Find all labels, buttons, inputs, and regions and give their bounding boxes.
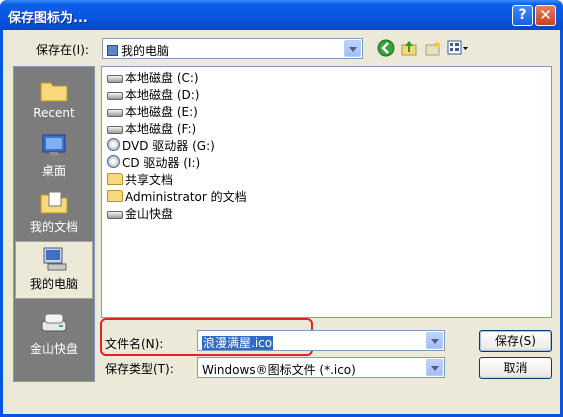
save-in-combobox[interactable]: 我的电脑	[102, 38, 363, 59]
place-recent[interactable]: Recent	[15, 73, 93, 129]
save-in-label: 保存在(I):	[36, 43, 89, 57]
dialog-window: 保存图标为... ? ✕ 保存在(I): 我的电脑 Recent 桌面 我的文档…	[0, 0, 563, 417]
list-item[interactable]: 金山快盘	[107, 205, 173, 221]
desktop-icon	[42, 134, 66, 156]
dialog-body: 保存在(I): 我的电脑 Recent 桌面 我的文档 我的电脑 金山快盘 本地…	[3, 30, 560, 414]
hard-drive-icon	[107, 109, 123, 117]
hard-drive-icon	[107, 126, 123, 134]
chevron-down-icon[interactable]	[426, 359, 443, 376]
view-menu-icon[interactable]	[447, 39, 469, 57]
drive-icon	[41, 313, 67, 332]
list-item[interactable]: Administrator 的文档	[107, 188, 247, 204]
filetype-select[interactable]: Windows®图标文件 (*.ico)	[197, 357, 445, 378]
file-list: 本地磁盘 (C:) 本地磁盘 (D:) 本地磁盘 (E:) 本地磁盘 (F:) …	[101, 66, 552, 318]
close-button[interactable]: ✕	[535, 5, 556, 26]
folder-icon	[107, 173, 123, 185]
computer-icon	[107, 45, 118, 56]
window-title: 保存图标为...	[8, 11, 88, 26]
chevron-down-icon[interactable]	[426, 332, 443, 349]
list-item[interactable]: 本地磁盘 (D:)	[107, 86, 199, 102]
save-in-value: 我的电脑	[107, 42, 169, 59]
cd-drive-icon	[107, 155, 120, 168]
up-folder-icon[interactable]	[400, 39, 418, 57]
recent-folder-icon	[40, 82, 68, 102]
new-folder-icon[interactable]	[424, 39, 442, 57]
filename-label: 文件名(N):	[105, 337, 164, 351]
filetype-value: Windows®图标文件 (*.ico)	[202, 363, 356, 377]
filename-input[interactable]: 浪漫满屋.ico	[197, 330, 445, 351]
place-kuaipan[interactable]: 金山快盘	[15, 307, 93, 363]
list-item[interactable]: 本地磁盘 (F:)	[107, 120, 196, 136]
back-icon[interactable]	[377, 39, 395, 57]
title-bar[interactable]: 保存图标为... ? ✕	[0, 0, 563, 30]
place-desktop[interactable]: 桌面	[15, 129, 93, 185]
places-bar: Recent 桌面 我的文档 我的电脑 金山快盘	[13, 66, 95, 382]
list-item[interactable]: DVD 驱动器 (G:)	[107, 137, 215, 153]
drive-icon	[107, 211, 123, 219]
list-item[interactable]: 本地磁盘 (E:)	[107, 103, 198, 119]
list-item[interactable]: CD 驱动器 (I:)	[107, 154, 200, 170]
hard-drive-icon	[107, 75, 123, 83]
place-my-documents[interactable]: 我的文档	[15, 185, 93, 241]
documents-folder-icon	[40, 191, 68, 214]
cancel-button[interactable]: 取消	[479, 357, 552, 379]
hard-drive-icon	[107, 92, 123, 100]
computer-icon	[43, 247, 67, 271]
save-button[interactable]: 保存(S)	[479, 330, 552, 352]
filetype-label: 保存类型(T):	[105, 362, 174, 376]
list-item[interactable]: 本地磁盘 (C:)	[107, 69, 199, 85]
filename-value: 浪漫满屋.ico	[202, 336, 274, 350]
folder-icon	[107, 190, 123, 202]
dvd-drive-icon	[107, 138, 120, 151]
chevron-down-icon[interactable]	[344, 40, 361, 57]
list-item[interactable]: 共享文档	[107, 171, 173, 187]
place-my-computer[interactable]: 我的电脑	[15, 241, 93, 299]
help-button[interactable]: ?	[512, 5, 533, 26]
